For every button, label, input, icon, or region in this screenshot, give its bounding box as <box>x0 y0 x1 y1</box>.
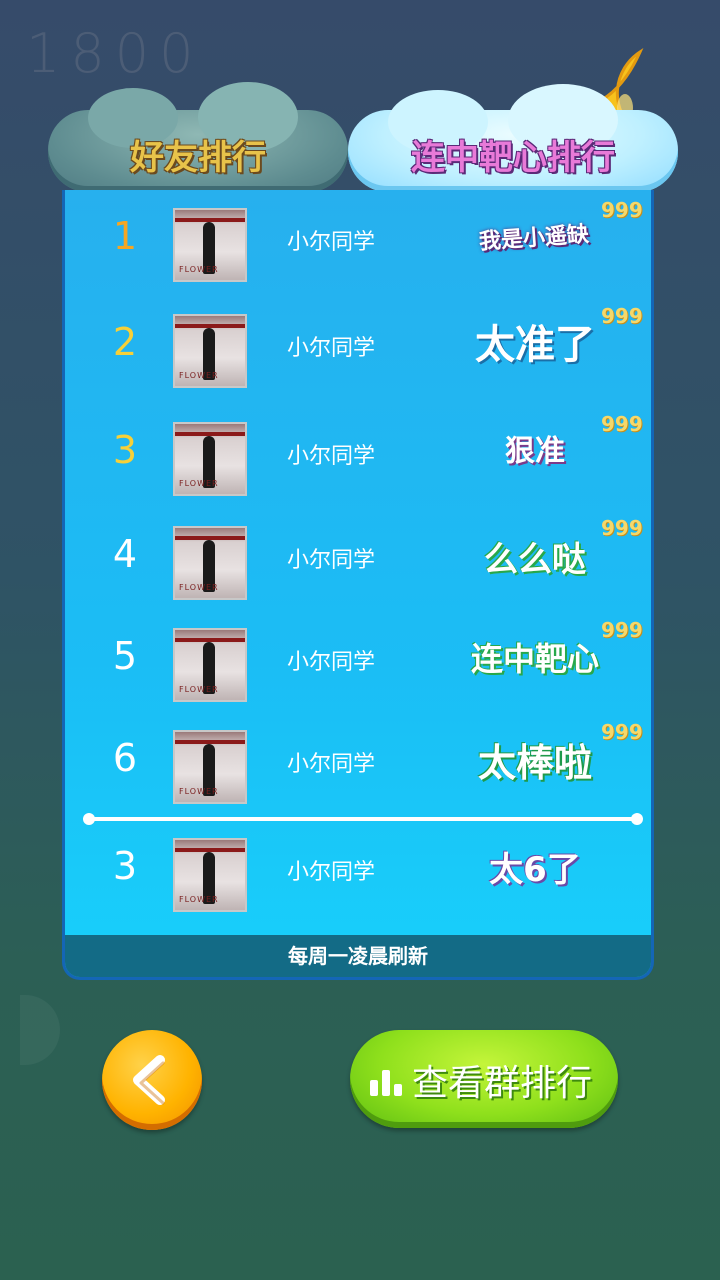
rank-number: 1 <box>112 214 138 258</box>
title-badge: 狠准 <box>505 434 565 469</box>
view-group-ranking-label: 查看群排行 <box>412 1063 593 1104</box>
title-badge: 太6了 <box>489 850 581 890</box>
leaderboard-row[interactable]: 6 FLOWER 小尔同学 太棒啦 999 <box>65 712 651 812</box>
avatar: FLOWER <box>173 314 247 388</box>
tab-friends-ranking[interactable]: 好友排行 <box>48 82 348 192</box>
rank-number: 2 <box>112 320 138 364</box>
rank-number: 5 <box>112 634 138 678</box>
rank-number: 6 <box>112 736 138 780</box>
avatar: FLOWER <box>173 422 247 496</box>
tab-bullseye-ranking[interactable]: 连中靶心排行 <box>348 84 678 192</box>
bar-chart-icon <box>370 1070 402 1096</box>
score-display: 1800 <box>26 22 204 85</box>
avatar: FLOWER <box>173 628 247 702</box>
tab-bullseye-label: 连中靶心排行 <box>411 138 615 178</box>
background-decoration <box>20 995 60 1065</box>
chevron-left-icon <box>133 1055 165 1105</box>
hit-count: 999 <box>601 412 643 436</box>
player-name: 小尔同学 <box>287 650 376 675</box>
avatar: FLOWER <box>173 730 247 804</box>
title-badge: 太准了 <box>475 322 595 368</box>
player-name: 小尔同学 <box>287 548 376 573</box>
hit-count: 999 <box>601 720 643 744</box>
leaderboard-row[interactable]: 3 FLOWER 小尔同学 狠准 999 <box>65 404 651 504</box>
leaderboard-row[interactable]: 2 FLOWER 小尔同学 太准了 999 <box>65 296 651 396</box>
title-badge: 么么哒 <box>484 540 586 580</box>
tab-friends-label: 好友排行 <box>130 138 266 178</box>
refresh-notice: 每周一凌晨刷新 <box>65 935 651 977</box>
rank-number: 3 <box>112 844 138 888</box>
avatar: FLOWER <box>173 208 247 282</box>
hit-count: 999 <box>601 304 643 328</box>
title-badge: 我是小遥缺 <box>478 222 590 255</box>
player-name: 小尔同学 <box>287 444 376 469</box>
title-badge: 连中靶心 <box>470 640 599 678</box>
player-name: 小尔同学 <box>287 752 376 777</box>
leaderboard-row[interactable]: 5 FLOWER 小尔同学 连中靶心 999 <box>65 610 651 710</box>
hit-count: 999 <box>601 618 643 642</box>
leaderboard-panel: 1 FLOWER 小尔同学 我是小遥缺 999 2 FLOWER 小尔同学 太准… <box>62 190 654 980</box>
hit-count: 999 <box>601 198 643 222</box>
back-button[interactable] <box>102 1030 202 1130</box>
my-rank-row[interactable]: 3 FLOWER 小尔同学 太6了 <box>65 820 651 920</box>
view-group-ranking-button[interactable]: 查看群排行 <box>350 1030 618 1128</box>
player-name: 小尔同学 <box>287 336 376 361</box>
hit-count: 999 <box>601 516 643 540</box>
leaderboard-row[interactable]: 4 FLOWER 小尔同学 么么哒 999 <box>65 508 651 608</box>
leaderboard-row[interactable]: 1 FLOWER 小尔同学 我是小遥缺 999 <box>65 190 651 290</box>
player-name: 小尔同学 <box>287 230 376 255</box>
rank-number: 4 <box>112 532 138 576</box>
title-badge: 太棒啦 <box>477 741 592 785</box>
rank-number: 3 <box>112 428 138 472</box>
player-name: 小尔同学 <box>287 860 376 885</box>
ranking-tabs: 好友排行 连中靶心排行 <box>48 82 678 200</box>
avatar: FLOWER <box>173 838 247 912</box>
avatar: FLOWER <box>173 526 247 600</box>
